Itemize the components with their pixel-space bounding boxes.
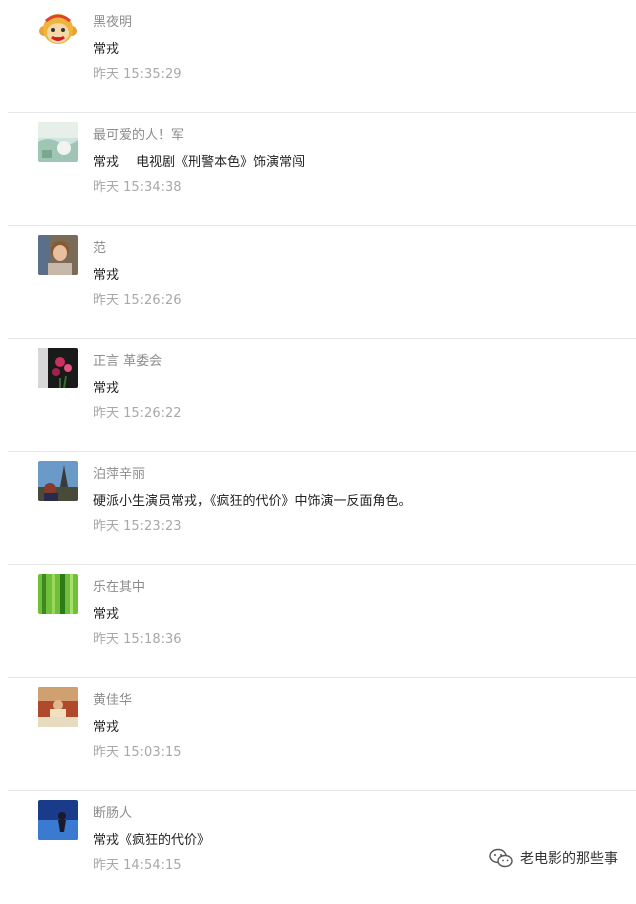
avatar[interactable] (38, 235, 78, 275)
comment-time: 昨天 15:26:26 (93, 293, 182, 308)
comment-nickname: 黄佳华 (93, 693, 133, 708)
comment-item: 正言 革委会 常戎 昨天 15:26:22 (0, 339, 636, 452)
comment-nickname: 最可爱的人！军 (93, 128, 185, 143)
avatar[interactable] (38, 574, 78, 614)
avatar[interactable] (38, 687, 78, 727)
comment-nickname: 正言 革委会 (93, 354, 163, 369)
comment-content: 常戎 (93, 268, 120, 283)
avatar[interactable] (38, 122, 78, 162)
comment-time: 昨天 14:54:15 (93, 858, 182, 873)
avatar[interactable] (38, 461, 78, 501)
avatar[interactable] (38, 348, 78, 388)
flowers-photo-icon (38, 348, 78, 388)
comment-time: 昨天 15:35:29 (93, 67, 182, 82)
comment-time: 昨天 15:18:36 (93, 632, 182, 647)
landscape-photo-icon (38, 122, 78, 162)
comment-time: 昨天 15:23:23 (93, 519, 182, 534)
wechat-icon (489, 848, 513, 868)
comment-nickname: 乐在其中 (93, 580, 146, 595)
comment-content: 常戎 (93, 607, 120, 622)
comment-nickname: 黑夜明 (93, 15, 133, 30)
comment-item: 黑夜明 常戎 昨天 15:35:29 (0, 0, 636, 113)
comment-nickname: 范 (93, 241, 107, 256)
comment-content: 常戎《疯狂的代价》 (93, 833, 211, 848)
portrait-photo-icon (38, 235, 78, 275)
avatar[interactable] (38, 9, 78, 49)
comment-content: 常戎 电视剧《刑警本色》饰演常闯 (93, 155, 306, 170)
monkey-cartoon-icon (38, 9, 78, 49)
comment-time: 昨天 15:26:22 (93, 406, 182, 421)
comment-nickname: 断肠人 (93, 806, 133, 821)
comment-item: 乐在其中 常戎 昨天 15:18:36 (0, 565, 636, 678)
comment-time: 昨天 15:03:15 (93, 745, 182, 760)
watermark-text: 老电影的那些事 (520, 851, 618, 867)
bamboo-photo-icon (38, 574, 78, 614)
comment-content: 常戎 (93, 381, 120, 396)
comment-content: 常戎 (93, 720, 120, 735)
watermark: 老电影的那些事 (488, 848, 618, 868)
comment-item: 黄佳华 常戎 昨天 15:03:15 (0, 678, 636, 791)
dining-photo-icon (38, 687, 78, 727)
comment-item: 范 常戎 昨天 15:26:26 (0, 226, 636, 339)
avatar[interactable] (38, 800, 78, 840)
comment-item: 泊萍辛丽 硬派小生演员常戎，《疯狂的代价》中饰演一反面角色。 昨天 15:23:… (0, 452, 636, 565)
tower-photo-icon (38, 461, 78, 501)
comment-nickname: 泊萍辛丽 (93, 467, 146, 482)
comment-time: 昨天 15:34:38 (93, 180, 182, 195)
comment-content: 硬派小生演员常戎，《疯狂的代价》中饰演一反面角色。 (93, 494, 412, 509)
comment-list: 黑夜明 常戎 昨天 15:35:29 最可爱的人！军 常戎 电视剧《刑警本色》饰… (0, 0, 636, 904)
comment-item: 最可爱的人！军 常戎 电视剧《刑警本色》饰演常闯 昨天 15:34:38 (0, 113, 636, 226)
blue-sky-photo-icon (38, 800, 78, 840)
comment-content: 常戎 (93, 42, 120, 57)
